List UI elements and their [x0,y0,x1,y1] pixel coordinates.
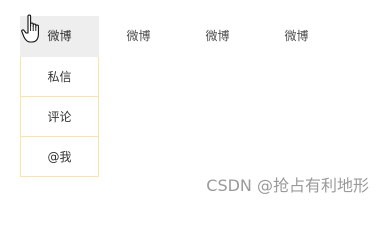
nav-item-weibo-3[interactable]: 微博 [178,16,257,57]
page: 微博 微博 微博 微博 私信 评论 @我 CSDN @抢占有利地形 [0,0,384,205]
nav-item-label: 微博 [126,29,151,43]
csdn-watermark: CSDN @抢占有利地形 [206,176,369,195]
nav-bar: 微博 微博 微博 微博 [20,16,336,57]
dropdown-item-label: @我 [47,150,72,164]
nav-item-weibo-2[interactable]: 微博 [99,16,178,57]
dropdown-item-private-message[interactable]: 私信 [21,57,98,96]
dropdown-item-comments[interactable]: 评论 [21,96,98,136]
nav-item-weibo-4[interactable]: 微博 [257,16,336,57]
dropdown-item-label: 评论 [47,110,72,124]
hand-pointer-icon [21,14,39,43]
dropdown-item-mentions[interactable]: @我 [21,136,98,176]
nav-item-label: 微博 [47,29,72,43]
nav-item-label: 微博 [205,29,230,43]
dropdown-menu: 私信 评论 @我 [20,57,99,177]
dropdown-item-label: 私信 [47,70,72,84]
nav-item-label: 微博 [284,29,309,43]
